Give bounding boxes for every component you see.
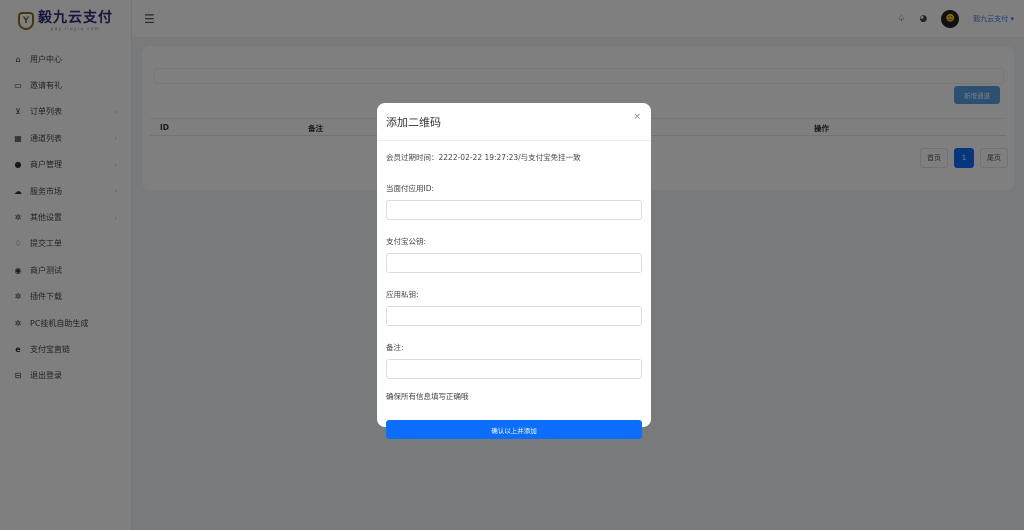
remark-label: 备注: xyxy=(386,343,404,352)
modal-title: 添加二维码 xyxy=(386,115,441,129)
close-icon[interactable]: × xyxy=(633,112,641,122)
app-private-key-field[interactable] xyxy=(386,306,642,326)
alipay-public-key-field[interactable] xyxy=(386,253,642,273)
app-id-field[interactable] xyxy=(386,200,642,220)
remark-field[interactable] xyxy=(386,359,642,379)
confirm-note: 确保所有信息填写正确哦 xyxy=(386,392,469,401)
alipay-public-key-label: 支付宝公钥: xyxy=(386,237,427,246)
expiry-notice: 会员过期时间：2222-02-22 19:27:23/与支付宝免挂一致 xyxy=(386,153,581,162)
add-qrcode-modal: 添加二维码 × 会员过期时间：2222-02-22 19:27:23/与支付宝免… xyxy=(377,103,651,439)
app-private-key-label: 应用私钥: xyxy=(386,290,419,299)
submit-button[interactable]: 确认以上并添加 xyxy=(386,420,642,439)
app-id-label: 当面付应用ID: xyxy=(386,184,435,193)
